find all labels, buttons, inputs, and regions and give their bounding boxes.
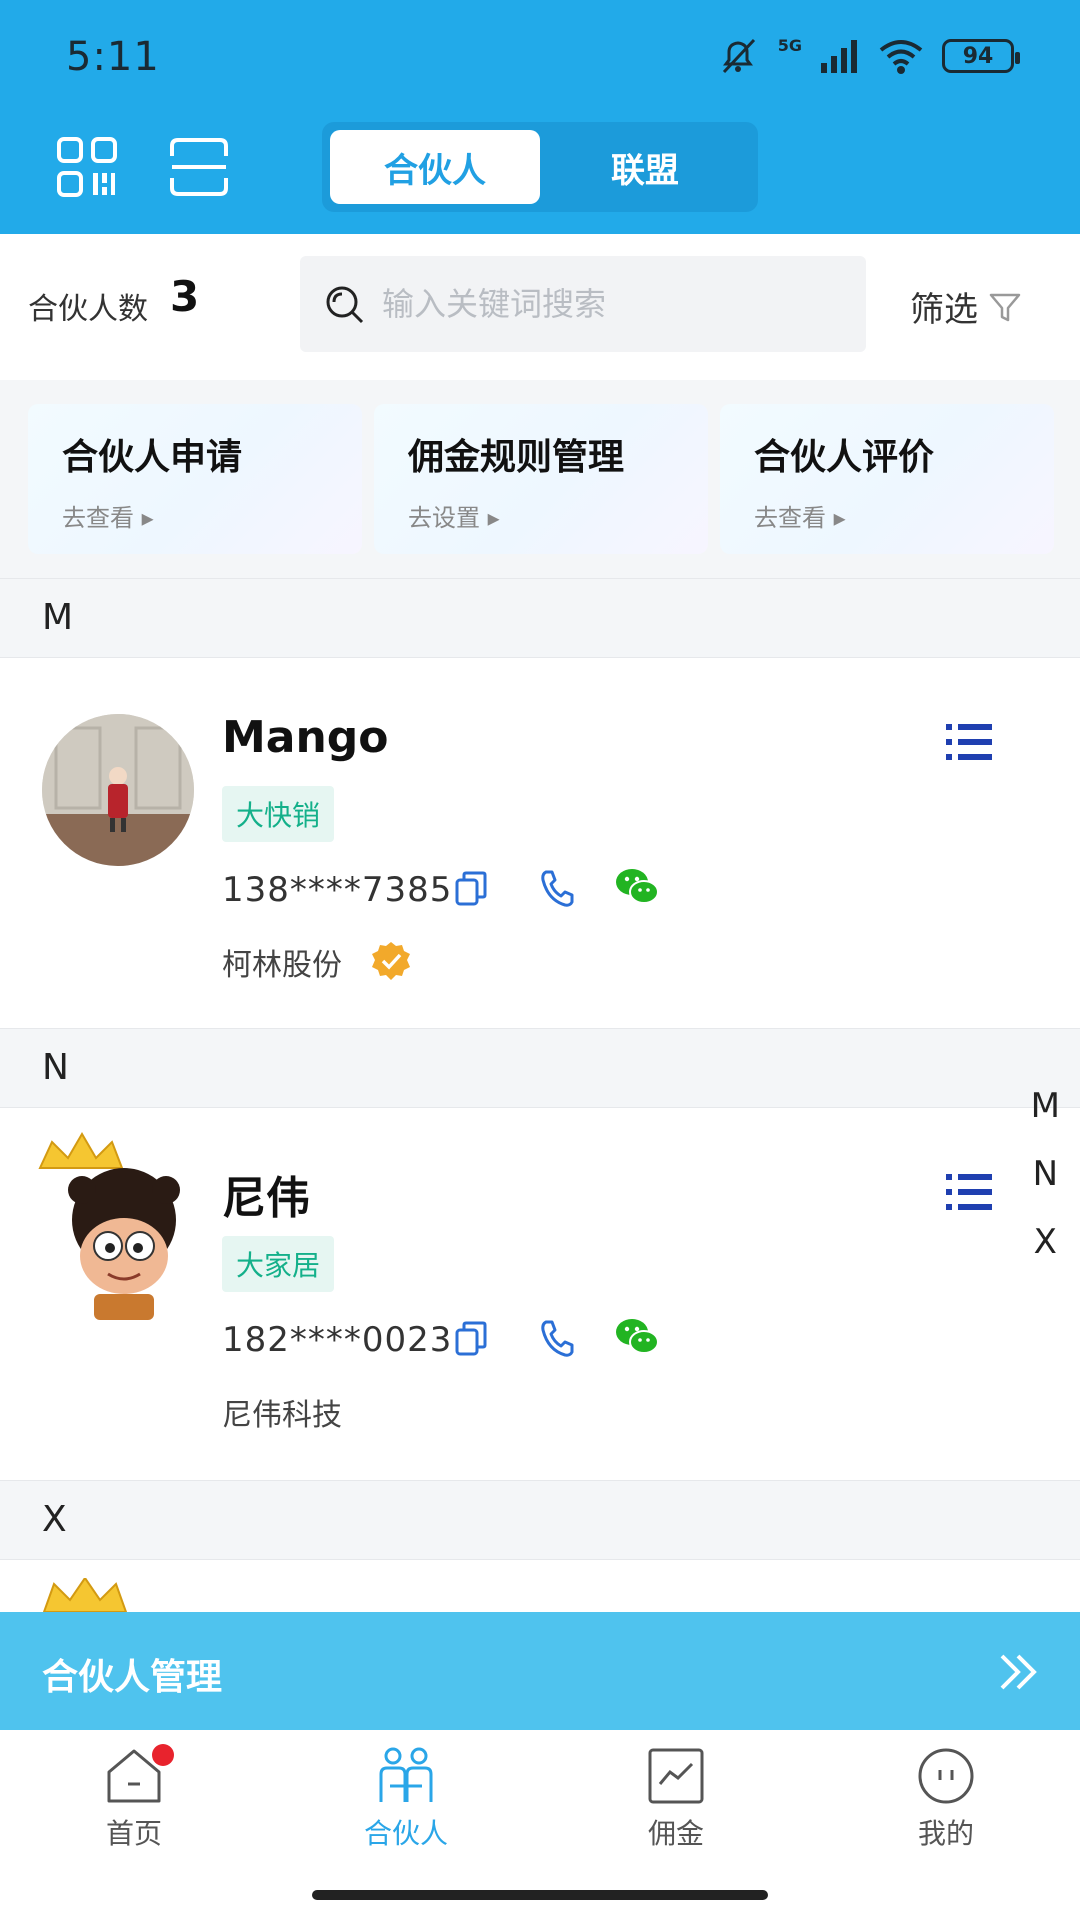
tab-home[interactable]: 首页: [34, 1744, 234, 1866]
double-chevron-right-icon: [1000, 1654, 1037, 1690]
wechat-icon[interactable]: [614, 864, 660, 908]
search-input[interactable]: [382, 276, 842, 332]
index-letter-n[interactable]: N: [1031, 1154, 1060, 1194]
status-bar: 5:11 5G 94: [0, 0, 1080, 110]
avatar: [38, 1132, 180, 1320]
profile-icon: [918, 1748, 974, 1804]
card-title: 合伙人申请: [62, 437, 243, 478]
filter-button[interactable]: 筛选: [910, 282, 1022, 331]
partner-tag: 大家居: [222, 1236, 335, 1292]
search-row: 合伙人数 3 筛选: [0, 234, 1080, 380]
partner-phone: 182****0023: [222, 1320, 453, 1360]
crown-icon: [42, 1578, 128, 1612]
notification-dot: [152, 1744, 174, 1766]
status-time: 5:11: [66, 34, 160, 80]
app-screen: 5:11 5G 94 合伙人 联盟 合伙人数 3 输入关键词搜索 筛选 合伙人申…: [0, 0, 1080, 1920]
funnel-icon: [989, 293, 1021, 321]
section-header-n: N: [0, 1028, 1080, 1108]
filter-label: 筛选: [910, 290, 978, 330]
partner-count-label: 合伙人数: [28, 292, 148, 327]
wechat-icon[interactable]: [614, 1314, 660, 1358]
partners-icon: [379, 1747, 433, 1802]
section-letter: M: [42, 597, 74, 638]
partner-name: 尼伟: [222, 1173, 310, 1224]
scan-icon[interactable]: [168, 136, 230, 198]
mute-icon: [722, 38, 755, 74]
top-header: 5:11 5G 94 合伙人 联盟: [0, 0, 1080, 234]
alphabet-index: M N X: [1031, 1086, 1060, 1262]
card-partner-reviews[interactable]: 合伙人评价 去查看 ▸: [720, 404, 1054, 554]
section-letter: X: [42, 1499, 67, 1540]
card-link: 去查看 ▸: [754, 504, 846, 532]
partner-management-banner[interactable]: 合伙人管理: [0, 1612, 1080, 1730]
partner-card-partial[interactable]: [0, 1560, 1080, 1612]
network-label: 5G: [777, 36, 802, 55]
quick-action-cards: 合伙人申请 去查看 ▸ 佣金规则管理 去设置 ▸ 合伙人评价 去查看 ▸: [0, 380, 1080, 580]
list-menu-icon[interactable]: [944, 1170, 994, 1214]
tab-commission[interactable]: 佣金: [576, 1746, 776, 1866]
tab-partners-nav[interactable]: 合伙人: [306, 1746, 506, 1866]
section-header-x: X: [0, 1480, 1080, 1560]
tab-label: 我的: [917, 1817, 974, 1850]
tab-label: 合伙人: [363, 1817, 448, 1850]
partner-company: 柯林股份: [222, 948, 342, 983]
section-header-m: M: [0, 578, 1080, 658]
qr-code-icon[interactable]: [56, 136, 118, 198]
segment-control: 合伙人 联盟: [322, 122, 758, 212]
tab-label: 佣金: [647, 1817, 704, 1850]
home-indicator[interactable]: [312, 1890, 768, 1900]
card-link: 去设置 ▸: [408, 504, 500, 532]
partner-company: 尼伟科技: [222, 1398, 342, 1433]
partner-count-value: 3: [170, 272, 200, 321]
tab-profile[interactable]: 我的: [846, 1746, 1046, 1866]
phone-icon[interactable]: [538, 868, 574, 908]
verified-badge-icon: [372, 942, 410, 980]
card-title: 佣金规则管理: [408, 437, 625, 478]
card-commission-rules[interactable]: 佣金规则管理 去设置 ▸: [374, 404, 708, 554]
tab-partners[interactable]: 合伙人: [330, 130, 540, 204]
search-icon: [326, 286, 364, 324]
list-menu-icon[interactable]: [944, 720, 994, 764]
partner-card[interactable]: 尼伟 大家居 182****0023 尼伟科技: [0, 1108, 1080, 1478]
tab-label: 首页: [105, 1817, 162, 1850]
copy-icon[interactable]: [454, 870, 488, 908]
tab-alliance[interactable]: 联盟: [540, 130, 750, 204]
copy-icon[interactable]: [454, 1320, 488, 1358]
partner-tag: 大快销: [222, 786, 335, 842]
signal-icon: [821, 40, 857, 73]
phone-icon[interactable]: [538, 1318, 574, 1358]
battery-indicator: 94: [942, 39, 1020, 73]
partner-card[interactable]: Mango 大快销 138****7385 柯林股份: [0, 658, 1080, 1026]
section-letter: N: [42, 1047, 69, 1088]
commission-icon: [648, 1748, 704, 1804]
wifi-icon: [879, 40, 923, 74]
index-letter-m[interactable]: M: [1031, 1086, 1060, 1126]
card-title: 合伙人评价: [754, 437, 935, 478]
banner-label: 合伙人管理: [42, 1657, 223, 1698]
index-letter-x[interactable]: X: [1031, 1222, 1060, 1262]
avatar: [42, 714, 194, 866]
search-box[interactable]: [300, 256, 866, 352]
partner-name: Mango: [222, 712, 389, 763]
card-link: 去查看 ▸: [62, 504, 154, 532]
status-icons: 5G 94: [716, 34, 1020, 78]
partner-phone: 138****7385: [222, 870, 453, 910]
card-partner-application[interactable]: 合伙人申请 去查看 ▸: [28, 404, 362, 554]
